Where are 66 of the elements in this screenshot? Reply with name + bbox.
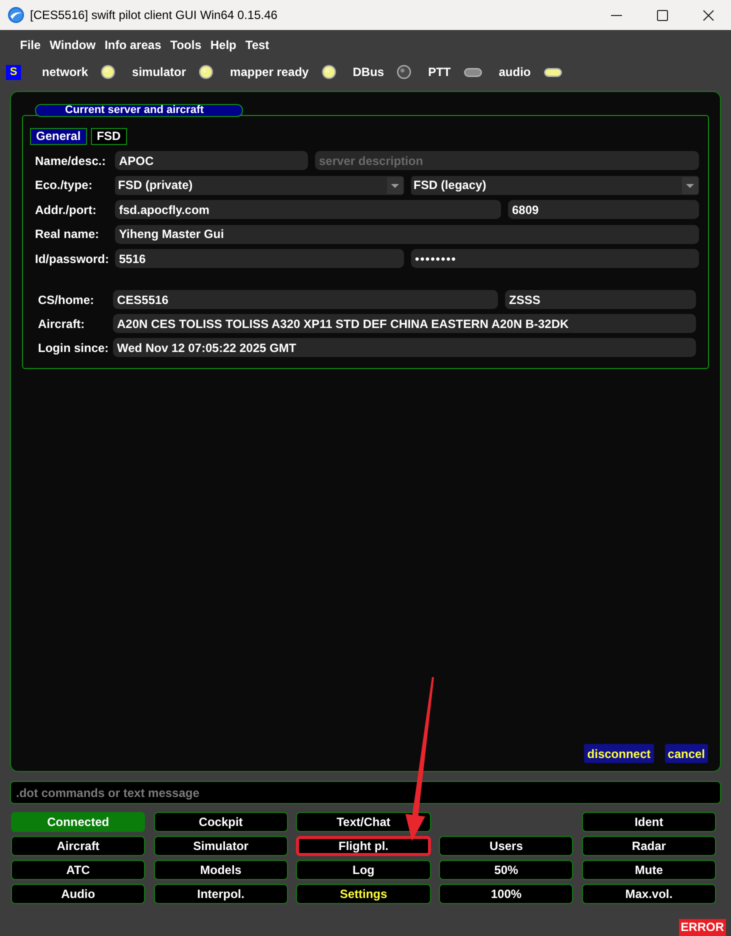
menu-item[interactable]: File — [20, 36, 41, 54]
indicator-label: simulator — [132, 64, 186, 81]
panel-button[interactable]: ATC — [11, 860, 146, 880]
group-title: Current server and aircraft — [35, 104, 243, 117]
panel-button[interactable]: Users — [439, 836, 574, 856]
panel-button[interactable]: Audio — [11, 884, 146, 904]
panel-button[interactable]: Log — [296, 860, 431, 880]
caret-icon — [682, 176, 698, 194]
menu-item[interactable]: Window — [50, 36, 96, 54]
text-field[interactable]: ZSSS — [505, 290, 696, 309]
menu-item[interactable]: Info areas — [104, 36, 162, 54]
close-icon — [702, 10, 714, 20]
menu-item[interactable]: Tools — [170, 36, 202, 54]
text-field[interactable]: A20N CES TOLISS TOLISS A320 XP11 STD DEF CHINA EASTERN A20N B-32DK — [113, 314, 696, 333]
panel-button[interactable]: Text/Chat — [296, 812, 431, 832]
field-label: Aircraft: — [38, 316, 86, 332]
field-label: Addr./port: — [35, 202, 98, 218]
panel-button[interactable]: Models — [154, 860, 288, 880]
caret-icon — [386, 176, 402, 194]
field-label: CS/home: — [38, 292, 96, 308]
app-icon — [8, 7, 24, 23]
panel-action-button[interactable]: cancel — [664, 744, 708, 763]
window-title: [CES5516] swift pilot client GUI Win64 0.15.46 — [30, 7, 278, 24]
panel-button[interactable]: Cockpit — [154, 812, 288, 832]
text-field[interactable]: fsd.apocfly.com — [115, 200, 501, 219]
dropdown[interactable]: FSD (legacy) — [410, 176, 699, 194]
tab[interactable]: General — [30, 128, 87, 145]
text-field[interactable]: 6809 — [508, 200, 699, 219]
field-label: Eco./type: — [35, 177, 94, 194]
panel-button[interactable]: Simulator — [154, 836, 288, 856]
panel-action-button[interactable]: disconnect — [584, 744, 654, 763]
text-field[interactable]: APOC — [115, 151, 308, 170]
field-label: Id/password: — [35, 250, 110, 268]
command-input[interactable]: .dot commands or text message — [10, 781, 721, 804]
dropdown[interactable]: FSD (private) — [115, 176, 404, 194]
text-field[interactable]: Yiheng Master Gui — [115, 224, 699, 244]
tab[interactable]: FSD — [90, 128, 127, 145]
text-field[interactable]: Wed Nov 12 07:05:22 2025 GMT — [113, 338, 696, 357]
text-field[interactable]: 5516 — [115, 249, 404, 268]
panel-button[interactable]: Interpol. — [154, 884, 288, 904]
panel-button[interactable]: 100% — [439, 884, 574, 904]
indicator-label: network — [42, 64, 88, 81]
field-label: Name/desc.: — [35, 152, 107, 170]
connection-status-button[interactable]: Connected — [11, 812, 146, 832]
panel-button[interactable]: Radar — [582, 836, 716, 856]
field-label: Login since: — [38, 340, 110, 356]
menu-item[interactable]: Test — [245, 36, 270, 54]
menu-item[interactable]: Help — [210, 36, 236, 54]
indicator-label: audio — [498, 64, 531, 81]
maximize-icon — [656, 10, 668, 20]
error-badge: ERROR — [678, 919, 726, 936]
panel-button[interactable]: Max.vol. — [582, 884, 716, 904]
panel-button[interactable]: Flight pl. — [296, 836, 431, 856]
text-field[interactable]: CES5516 — [113, 290, 498, 309]
password-field[interactable]: •••••••• — [411, 249, 699, 268]
indicator-label: mapper ready — [230, 64, 309, 81]
text-field[interactable]: server description — [315, 151, 699, 170]
panel-button[interactable]: Ident — [582, 812, 716, 832]
panel-button[interactable]: Aircraft — [11, 836, 146, 856]
panel-button[interactable]: 50% — [439, 860, 574, 880]
indicator-label: PTT — [428, 64, 451, 81]
panel-button[interactable]: Mute — [582, 860, 716, 880]
panel-button[interactable]: Settings — [296, 884, 431, 904]
field-label: Real name: — [35, 226, 100, 243]
indicator-label: DBus — [352, 64, 384, 81]
app-logo: S — [6, 64, 21, 80]
